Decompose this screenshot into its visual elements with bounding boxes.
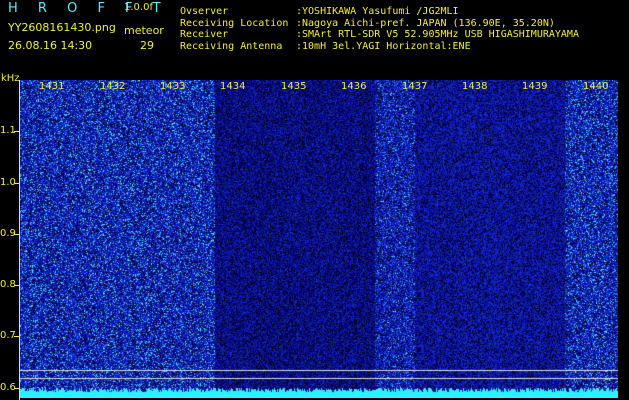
info-key: Receiving Location — [180, 17, 289, 29]
info-value: :SMArt RTL-SDR V5 52.905MHz USB HIGASHIM… — [296, 29, 579, 40]
y-axis-line — [19, 80, 20, 400]
app-version: 1.0.0f — [124, 2, 153, 13]
x-tick-label: 1431 — [39, 81, 65, 92]
station-info: Ovserver :YOSHIKAWA Yasufumi /JG2MLI Rec… — [180, 6, 579, 52]
info-value: :Nagoya Aichi-pref. JAPAN (136.90E, 35.2… — [296, 17, 555, 29]
y-tick-label: 0.6 — [0, 382, 16, 393]
info-key: Receiver — [180, 29, 229, 40]
x-tick-label: 1433 — [160, 81, 186, 92]
x-tick-label: 1432 — [100, 81, 126, 92]
info-value: :10mH 3el.YAGI Horizontal:ENE — [296, 40, 471, 52]
info-key: Receiving Antenna — [180, 40, 283, 52]
x-tick-label: 1435 — [281, 81, 307, 92]
y-tick-label: 0.8 — [0, 279, 16, 290]
x-tick-label: 1436 — [341, 81, 367, 92]
y-tick-label: 0.7 — [0, 330, 16, 341]
capture-datetime: 26.08.16 14:30 — [8, 39, 93, 52]
y-tick-label: 1.0 — [0, 177, 16, 188]
meteor-count-value: 29 — [140, 39, 154, 52]
x-tick-label: 1438 — [462, 81, 488, 92]
x-tick-label: 1437 — [402, 81, 428, 92]
info-row-observer: Ovserver :YOSHIKAWA Yasufumi /JG2MLI — [180, 6, 579, 18]
y-tick-label: 1.1 — [0, 125, 16, 136]
info-key: Ovserver — [180, 6, 229, 17]
image-filename: YY2608161430.png — [8, 21, 116, 34]
y-axis-unit-label: kHz — [1, 73, 20, 84]
x-tick-label: 1439 — [522, 81, 548, 92]
x-tick-label: 1434 — [220, 81, 246, 92]
y-tick-label: 0.9 — [0, 228, 16, 239]
info-row-receiver: Receiver :SMArt RTL-SDR V5 52.905MHz USB… — [180, 29, 579, 41]
info-row-location: Receiving Location :Nagoya Aichi-pref. J… — [180, 18, 579, 30]
meteor-count-label: meteor — [124, 24, 164, 37]
info-value: :YOSHIKAWA Yasufumi /JG2MLI — [296, 6, 459, 17]
info-row-antenna: Receiving Antenna :10mH 3el.YAGI Horizon… — [180, 41, 579, 53]
spectrogram-canvas — [20, 80, 618, 398]
x-tick-label: 1440 — [583, 81, 609, 92]
header-panel: H R O F F T 1.0.0f YY2608161430.png mete… — [0, 0, 629, 72]
